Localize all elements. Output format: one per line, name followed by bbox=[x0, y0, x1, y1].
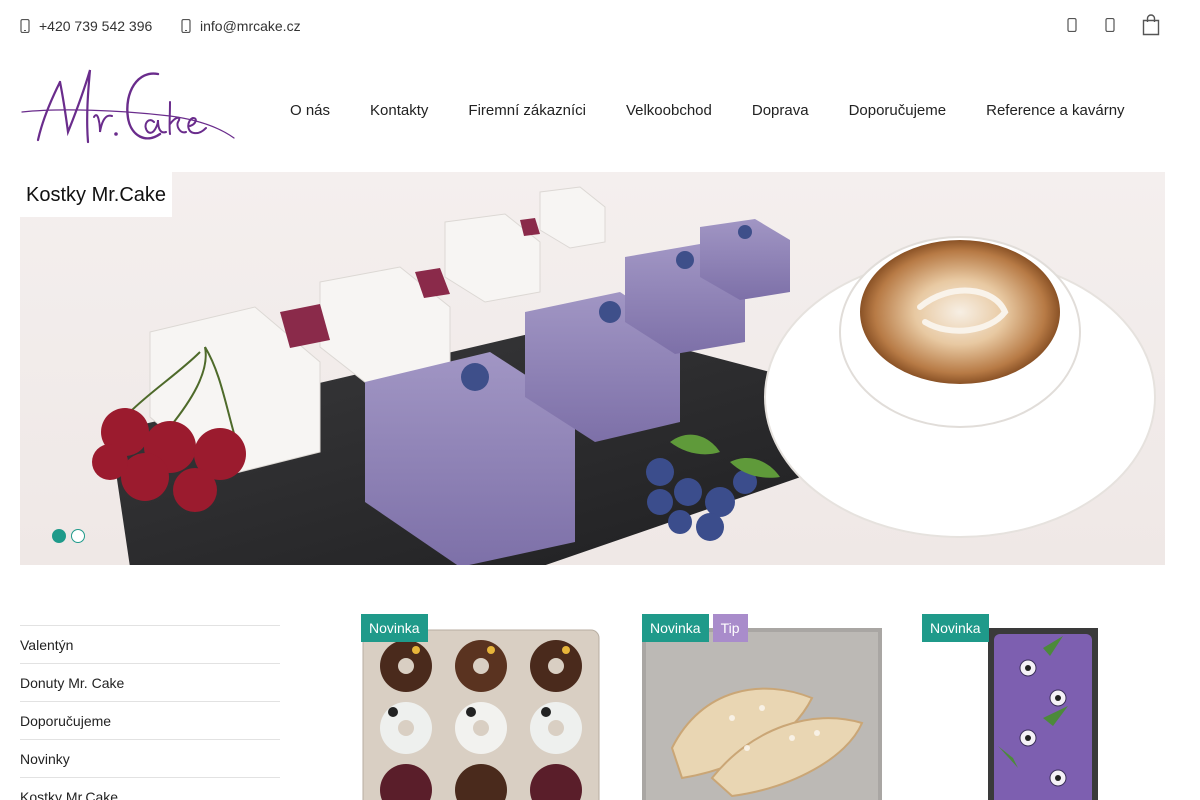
hero-title[interactable]: Kostky Mr.Cake bbox=[20, 172, 173, 217]
nav-item-doporucujeme[interactable]: Doporučujeme bbox=[829, 100, 967, 122]
product-image[interactable] bbox=[361, 628, 601, 800]
search-icon[interactable] bbox=[1104, 17, 1116, 33]
nav-item-kontakty[interactable]: Kontakty bbox=[350, 100, 448, 122]
product-image[interactable] bbox=[642, 628, 882, 800]
hero-slider[interactable]: Kostky Mr.Cake bbox=[20, 172, 1165, 565]
category-novinky[interactable]: Novinky bbox=[20, 739, 280, 777]
category-list: Valentýn Donuty Mr. Cake Doporučujeme No… bbox=[20, 625, 280, 800]
category-valentyn[interactable]: Valentýn bbox=[20, 625, 280, 663]
product-image[interactable] bbox=[988, 628, 1098, 800]
badge-tip: Tip bbox=[712, 614, 748, 642]
category-donuty[interactable]: Donuty Mr. Cake bbox=[20, 663, 280, 701]
phone-icon bbox=[20, 18, 30, 34]
slider-dots bbox=[52, 529, 85, 543]
site-logo[interactable] bbox=[20, 62, 238, 148]
email-contact[interactable]: info@mrcake.cz bbox=[181, 18, 301, 34]
nav-item-o-nas[interactable]: O nás bbox=[270, 100, 350, 122]
product-badges: Novinka bbox=[922, 614, 989, 642]
badge-new: Novinka bbox=[642, 614, 709, 642]
user-icon[interactable] bbox=[1066, 17, 1078, 33]
nav-item-firemni-zakaznici[interactable]: Firemní zákazníci bbox=[448, 100, 606, 122]
badge-new: Novinka bbox=[361, 614, 428, 642]
hero-image bbox=[92, 186, 1156, 565]
nav-item-reference[interactable]: Reference a kavárny bbox=[966, 100, 1144, 122]
product-badges: Novinka bbox=[361, 614, 428, 642]
main-nav: O nás Kontakty Firemní zákazníci Velkoob… bbox=[270, 100, 1145, 122]
top-bar: +420 739 542 396 info@mrcake.cz bbox=[0, 0, 1200, 52]
nav-item-doprava[interactable]: Doprava bbox=[732, 100, 829, 122]
phone-number[interactable]: +420 739 542 396 bbox=[39, 18, 152, 34]
header-icons bbox=[1066, 14, 1160, 36]
badge-new: Novinka bbox=[922, 614, 989, 642]
nav-item-velkoobchod[interactable]: Velkoobchod bbox=[606, 100, 732, 122]
cart-icon[interactable] bbox=[1142, 14, 1160, 36]
envelope-icon bbox=[181, 18, 191, 34]
slider-dot-1[interactable] bbox=[52, 529, 66, 543]
email-address[interactable]: info@mrcake.cz bbox=[200, 18, 301, 34]
category-doporucujeme[interactable]: Doporučujeme bbox=[20, 701, 280, 739]
phone-contact[interactable]: +420 739 542 396 bbox=[20, 18, 152, 34]
slider-dot-2[interactable] bbox=[71, 529, 85, 543]
category-kostky[interactable]: Kostky Mr.Cake bbox=[20, 777, 280, 800]
product-badges: Novinka Tip bbox=[642, 614, 748, 642]
